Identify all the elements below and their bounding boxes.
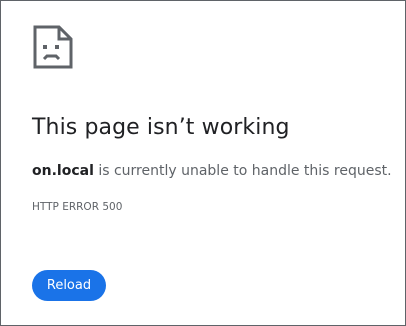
page-title: This page isn’t working bbox=[32, 115, 290, 140]
error-message: on.local is currently unable to handle t… bbox=[32, 163, 392, 179]
error-page: This page isn’t working on.local is curr… bbox=[0, 0, 406, 326]
reload-button[interactable]: Reload bbox=[32, 270, 106, 301]
error-code: HTTP ERROR 500 bbox=[32, 201, 123, 213]
error-message-text: is currently unable to handle this reque… bbox=[93, 163, 392, 179]
sad-page-icon bbox=[33, 25, 73, 69]
host-name: on.local bbox=[32, 163, 94, 179]
